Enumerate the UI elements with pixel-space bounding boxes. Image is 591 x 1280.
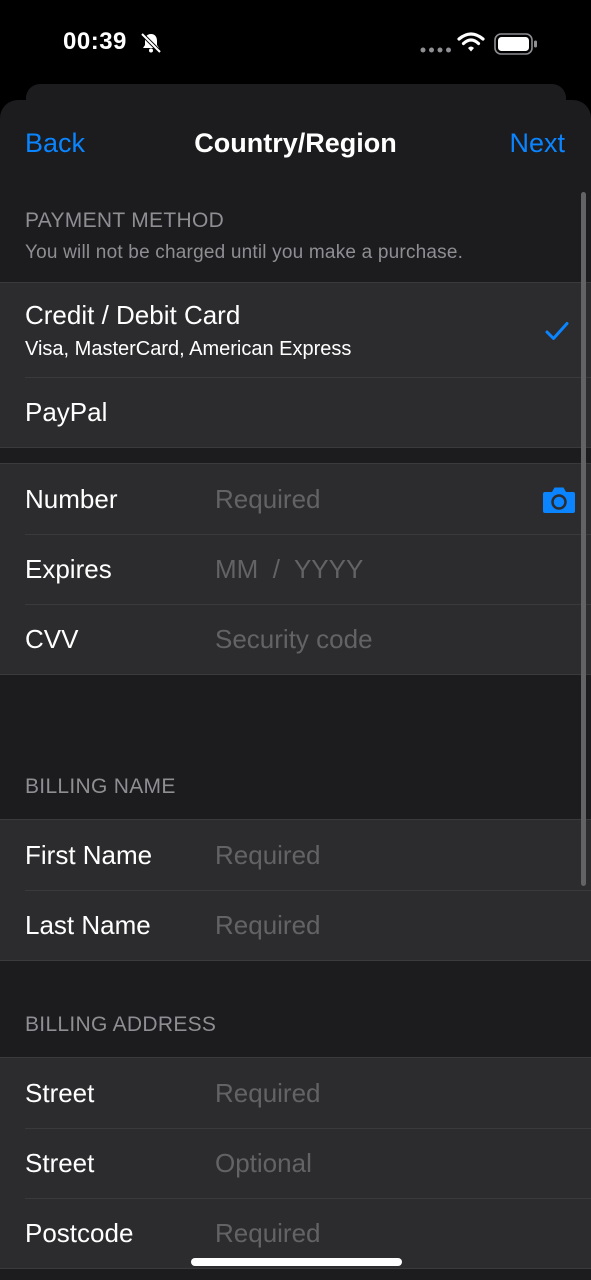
payment-option-title: PayPal xyxy=(25,397,108,427)
payment-option-paypal[interactable]: PayPal xyxy=(0,377,591,447)
postcode-input[interactable]: Required xyxy=(215,1218,321,1249)
wifi-icon xyxy=(457,32,485,52)
street-label: Street xyxy=(25,1078,95,1108)
next-button[interactable]: Next xyxy=(509,128,565,159)
street-2-input[interactable]: Optional xyxy=(215,1148,312,1179)
expiry-input[interactable]: MM / YYYY xyxy=(215,554,363,585)
billing-address-header: BILLING ADDRESS xyxy=(25,1013,217,1036)
billing-address-group: Street Required Street Optional Postcode… xyxy=(0,1057,591,1269)
cvv-label: CVV xyxy=(25,624,79,654)
first-name-input[interactable]: Required xyxy=(215,840,321,871)
camera-icon[interactable] xyxy=(542,486,576,514)
first-name-label: First Name xyxy=(25,840,153,870)
payment-method-header: PAYMENT METHOD xyxy=(25,209,225,232)
first-name-row: First Name Required xyxy=(0,820,591,890)
last-name-row: Last Name Required xyxy=(0,890,591,960)
home-indicator[interactable] xyxy=(191,1258,402,1266)
battery-icon xyxy=(494,33,537,55)
billing-name-group: First Name Required Last Name Required xyxy=(0,819,591,961)
last-name-input[interactable]: Required xyxy=(215,910,321,941)
expiry-row: Expires MM / YYYY xyxy=(0,534,591,604)
last-name-label: Last Name xyxy=(25,910,151,940)
card-details-group: Number Required Expires MM / YYYY CVV Se… xyxy=(0,463,591,675)
scrollbar[interactable] xyxy=(581,192,586,886)
cvv-input[interactable]: Security code xyxy=(215,624,373,655)
navigation-bar: Back Country/Region Next xyxy=(0,100,591,188)
street-2-row: Street Optional xyxy=(0,1128,591,1198)
checkmark-icon xyxy=(545,322,569,340)
page-title: Country/Region xyxy=(194,128,397,158)
status-bar: 00:39 xyxy=(0,0,591,86)
expiry-label: Expires xyxy=(25,554,112,584)
billing-name-header: BILLING NAME xyxy=(25,775,176,798)
payment-sheet: Back Country/Region Next PAYMENT METHOD … xyxy=(0,100,591,1280)
cvv-row: CVV Security code xyxy=(0,604,591,674)
payment-method-group: Credit / Debit Card Visa, MasterCard, Am… xyxy=(0,282,591,448)
payment-option-subtitle: Visa, MasterCard, American Express xyxy=(25,338,352,360)
cellular-dots-icon xyxy=(420,47,451,53)
card-number-row: Number Required xyxy=(0,464,591,534)
card-number-input[interactable]: Required xyxy=(215,484,321,515)
street-input[interactable]: Required xyxy=(215,1078,321,1109)
payment-method-subheader: You will not be charged until you make a… xyxy=(25,242,464,263)
bell-slash-icon xyxy=(140,32,162,54)
payment-option-title: Credit / Debit Card xyxy=(25,300,241,330)
status-time: 00:39 xyxy=(63,28,127,55)
card-number-label: Number xyxy=(25,484,118,514)
street-2-label: Street xyxy=(25,1148,95,1178)
payment-option-credit-card[interactable]: Credit / Debit Card Visa, MasterCard, Am… xyxy=(0,283,591,377)
street-row: Street Required xyxy=(0,1058,591,1128)
postcode-label: Postcode xyxy=(25,1218,134,1248)
